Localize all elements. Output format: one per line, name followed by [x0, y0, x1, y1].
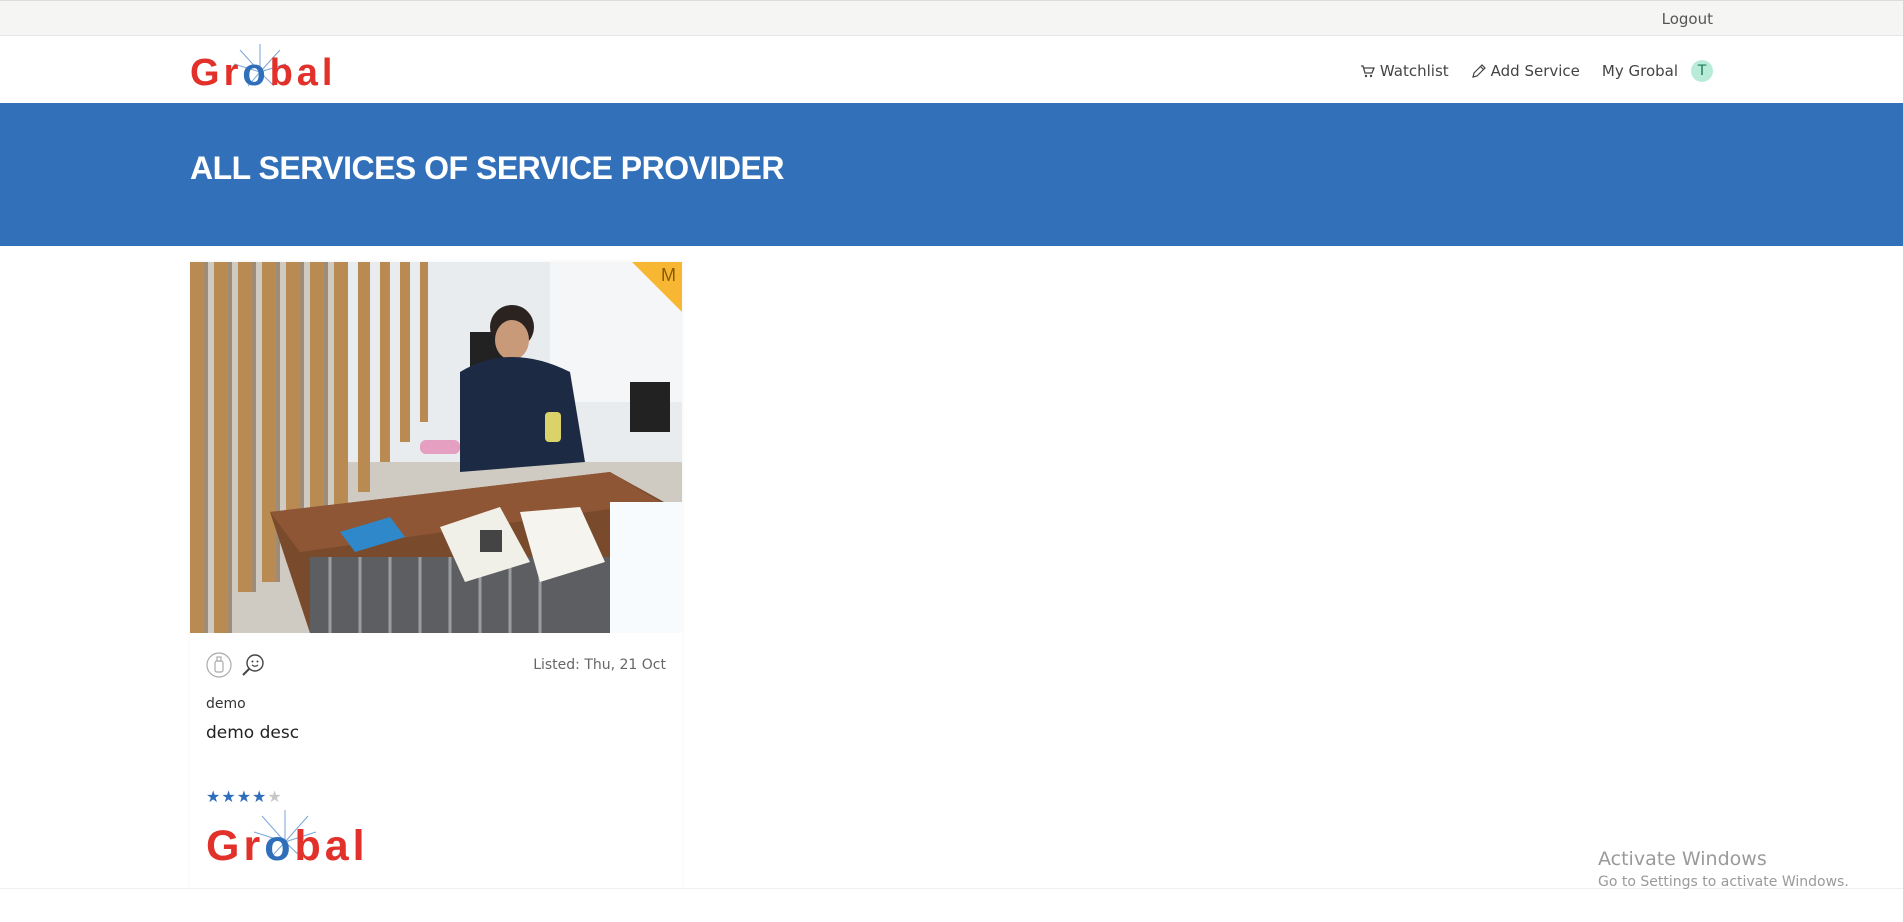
hand-sanitizer-icon: [206, 652, 232, 678]
provider-logo-wordmark: Grobal: [206, 822, 369, 870]
star-empty-icon: ★: [267, 787, 282, 806]
my-account-label: My Grobal: [1601, 62, 1678, 80]
my-account-menu[interactable]: My Grobal T: [1602, 60, 1713, 82]
os-activation-watermark: Activate Windows Go to Settings to activ…: [1598, 848, 1849, 892]
page-bottom-edge: [0, 888, 1903, 922]
watchlist-link[interactable]: Watchlist: [1360, 62, 1449, 80]
top-utility-bar: Logout: [0, 0, 1903, 36]
logo-wordmark: Grobal: [190, 52, 337, 94]
hero-banner: ALL SERVICES OF SERVICE PROVIDER: [0, 103, 1903, 246]
feature-icons: [206, 652, 266, 678]
search-face-icon: [242, 654, 264, 676]
service-photo-illustration: [190, 262, 682, 633]
add-service-label: Add Service: [1490, 62, 1580, 80]
logout-link[interactable]: Logout: [1662, 10, 1713, 28]
main-navbar: Grobal Watchlist Add Service My Grobal T: [0, 36, 1903, 103]
card-meta-row: Listed: Thu, 21 Oct: [206, 650, 666, 680]
pencil-icon: [1471, 63, 1486, 78]
activation-subtitle: Go to Settings to activate Windows.: [1598, 874, 1849, 890]
service-description: demo desc: [206, 723, 300, 743]
provider-logo: Grobal: [206, 810, 381, 872]
star-filled-icon: ★: [236, 787, 252, 806]
add-service-link[interactable]: Add Service: [1471, 62, 1580, 80]
star-filled-icon: ★: [252, 787, 267, 806]
nav-links: Watchlist Add Service My Grobal T: [1338, 60, 1713, 82]
service-name[interactable]: demo: [206, 696, 246, 712]
rating-stars: ★ ★ ★ ★ ★: [206, 789, 282, 805]
listed-date: Listed: Thu, 21 Oct: [533, 657, 666, 673]
site-logo[interactable]: Grobal: [190, 44, 342, 96]
watchlist-label: Watchlist: [1379, 62, 1449, 80]
star-filled-icon: ★: [206, 787, 221, 806]
avatar: T: [1691, 60, 1713, 82]
star-filled-icon: ★: [221, 787, 236, 806]
badge-letter: M: [661, 265, 676, 285]
activation-title: Activate Windows: [1598, 848, 1767, 870]
cart-icon: [1360, 65, 1375, 78]
service-photo[interactable]: M: [190, 262, 682, 633]
page-title: ALL SERVICES OF SERVICE PROVIDER: [190, 150, 784, 186]
service-card[interactable]: M Listed: Thu, 21 Oct demo demo desc ★ ★ ★…: [190, 262, 682, 890]
